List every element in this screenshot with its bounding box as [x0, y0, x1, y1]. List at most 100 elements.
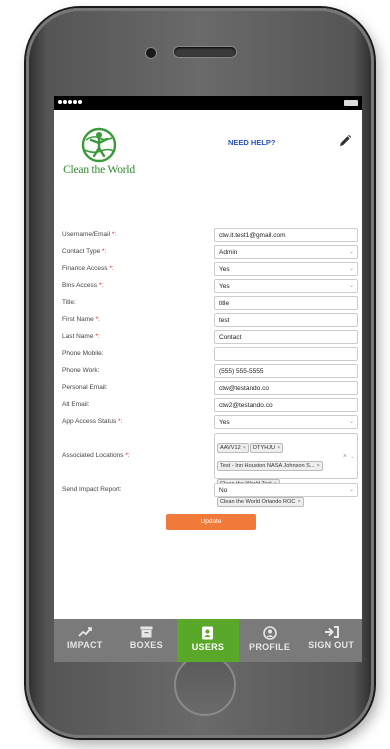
home-button[interactable] — [174, 654, 236, 716]
tab-boxes[interactable]: BOXES — [116, 619, 178, 662]
bottom-tab-bar: IMPACT BOXES USERS PROFILE SIGN OUT — [54, 619, 362, 662]
field-label: Bins Access *: — [62, 282, 103, 289]
required-marker: *: — [98, 282, 104, 289]
field-label: Send Impact Report: — [62, 486, 122, 493]
form-row: Title: title — [62, 296, 358, 310]
field-value: (555) 555-5555 — [219, 368, 264, 375]
field-label: Associated Locations *: — [62, 452, 130, 459]
field-label-text: Username/Email — [62, 231, 111, 238]
tab-label: PROFILE — [249, 642, 291, 652]
select-field[interactable]: Yes ⌄ — [214, 415, 358, 429]
field-label: App Access Status *: — [62, 418, 122, 425]
tab-label: USERS — [191, 642, 225, 652]
field-label: Last Name *: — [62, 333, 100, 340]
camera — [146, 48, 156, 58]
field-label-text: Contact Type — [62, 248, 101, 255]
select-field[interactable]: Yes ⌄ — [214, 262, 358, 276]
tag-text: Test - Inn Houston NASA Johnson S... — [220, 463, 315, 469]
form-row: App Access Status *: Yes ⌄ — [62, 415, 358, 429]
locations-multiselect[interactable]: AAVV12 × DTYHJU × Test - Inn Houston NASA Jo… — [214, 433, 358, 507]
tag-list: AAVV12 × DTYHJU × Test - Inn Houston NASA Jo… — [217, 436, 335, 508]
form-row: Bins Access *: Yes ⌄ — [62, 279, 358, 293]
text-field[interactable] — [214, 347, 358, 361]
field-label-text: Associated Locations — [62, 452, 124, 459]
form-row: Phone Mobile: — [62, 347, 358, 361]
form-row-locations: Associated Locations *: AAVV12 × DTYHJU × Tes… — [62, 433, 358, 507]
field-value: No — [219, 487, 228, 494]
field-label-text: Last Name — [62, 333, 94, 340]
required-marker: *: — [125, 452, 130, 459]
field-label-text: Bins Access — [62, 282, 98, 289]
field-label: Username/Email *: — [62, 231, 116, 238]
text-field[interactable]: title — [214, 296, 358, 310]
field-label: Alt Email: — [62, 401, 89, 408]
field-value: title — [219, 300, 230, 307]
location-tag: DTYHJU × — [250, 443, 284, 453]
field-value: Contact — [219, 334, 242, 341]
need-help-link[interactable]: NEED HELP? — [228, 138, 276, 147]
select-field[interactable]: No ⌄ — [214, 483, 358, 497]
required-marker: *: — [109, 265, 114, 272]
field-value: ctw.it.test1@gmail.com — [219, 232, 286, 239]
tag-remove-icon[interactable]: × — [317, 463, 320, 469]
field-value: Yes — [219, 266, 230, 273]
tab-impact[interactable]: IMPACT — [54, 619, 116, 662]
form-row-impact-report: Send Impact Report: No ⌄ — [62, 483, 358, 497]
tag-remove-icon[interactable]: × — [297, 499, 300, 505]
required-marker: *: — [95, 316, 100, 323]
field-label: First Name *: — [62, 316, 100, 323]
form-row: First Name *: test — [62, 313, 358, 327]
text-field[interactable]: test — [214, 313, 358, 327]
location-tag: Test - Inn Houston NASA Johnson S... × — [217, 461, 323, 471]
field-label: Phone Mobile: — [62, 350, 104, 357]
pencil-icon[interactable] — [338, 134, 352, 148]
field-value: ctw2@testando.co — [219, 402, 273, 409]
field-label-text: First Name — [62, 316, 94, 323]
field-label-text: Phone Mobile: — [62, 350, 104, 357]
logo-text: Clean the World — [63, 164, 135, 176]
location-tag: Clean the World Orlando ROC × — [217, 497, 304, 507]
app-screen: Clean the World NEED HELP? Username/Emai… — [54, 96, 362, 662]
sign-out-icon — [300, 626, 362, 638]
field-label-text: App Access Status — [62, 418, 117, 425]
text-field[interactable]: ctw@testando.co — [214, 381, 358, 395]
battery-icon — [344, 100, 358, 106]
tab-profile[interactable]: PROFILE — [239, 619, 301, 662]
field-value: Yes — [219, 419, 230, 426]
chevron-down-icon: ⌄ — [348, 283, 354, 289]
tab-sign-out[interactable]: SIGN OUT — [300, 619, 362, 662]
field-label: Finance Access *: — [62, 265, 114, 272]
tag-remove-icon[interactable]: × — [243, 445, 246, 451]
app-header: Clean the World NEED HELP? — [54, 110, 362, 228]
field-label-text: Phone Work: — [62, 367, 100, 374]
tag-remove-icon[interactable]: × — [277, 445, 280, 451]
select-field[interactable]: Admin ⌄ — [214, 245, 358, 259]
text-field[interactable]: ctw2@testando.co — [214, 398, 358, 412]
form-row: Contact Type *: Admin ⌄ — [62, 245, 358, 259]
form-row: Finance Access *: Yes ⌄ — [62, 262, 358, 276]
field-label: Title: — [62, 299, 76, 306]
chevron-down-icon: ⌄ — [348, 487, 354, 493]
field-label: Personal Email: — [62, 384, 108, 391]
field-label-text: Title: — [62, 299, 76, 306]
field-label-text: Alt Email: — [62, 401, 90, 408]
field-label: Contact Type *: — [62, 248, 106, 255]
clear-all-icon[interactable]: × — [343, 453, 347, 460]
location-tag: AAVV12 × — [217, 443, 250, 453]
tab-users[interactable]: USERS — [177, 619, 239, 662]
chevron-down-icon: ⌄ — [348, 249, 354, 255]
signal-icon — [58, 100, 82, 104]
text-field[interactable]: ctw.it.test1@gmail.com — [214, 228, 358, 242]
update-button[interactable]: Update — [166, 514, 256, 530]
speaker — [174, 47, 236, 57]
text-field[interactable]: Contact — [214, 330, 358, 344]
chart-line-icon — [54, 626, 116, 638]
required-marker: *: — [95, 333, 100, 340]
required-marker: *: — [111, 231, 117, 238]
clean-the-world-logo: Clean the World — [58, 126, 140, 176]
tab-label: BOXES — [129, 640, 163, 650]
chevron-down-icon: ⌄ — [348, 419, 354, 425]
tag-text: Clean the World Orlando ROC — [220, 499, 296, 505]
text-field[interactable]: (555) 555-5555 — [214, 364, 358, 378]
select-field[interactable]: Yes ⌄ — [214, 279, 358, 293]
